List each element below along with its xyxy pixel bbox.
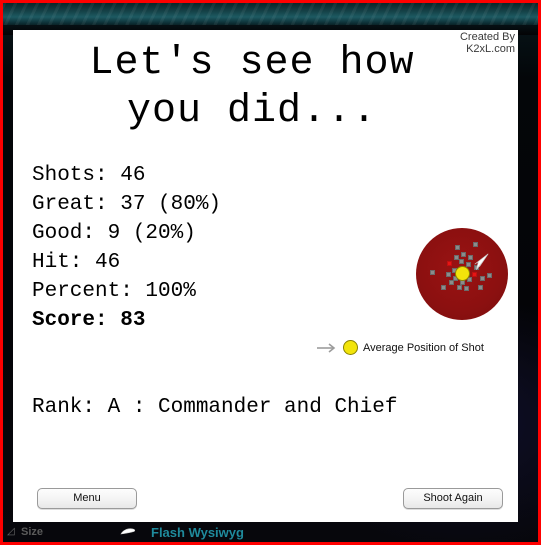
- arrow-right-icon: [317, 342, 336, 353]
- shot-marker: [457, 285, 462, 290]
- shot-marker: [430, 270, 435, 275]
- shot-marker: [464, 286, 469, 291]
- page-footer-strip: ◿ Size Flash Wysiwyg: [3, 522, 538, 542]
- shot-marker: [455, 245, 460, 250]
- legend-dot: [343, 340, 358, 355]
- shot-marker: [473, 242, 478, 247]
- stat-percent: Percent: 100%: [32, 280, 196, 303]
- stat-hit: Hit: 46: [32, 251, 121, 274]
- shot-marker: [459, 259, 464, 264]
- size-label[interactable]: Size: [21, 526, 43, 538]
- shot-marker: [478, 285, 483, 290]
- cursor-icon: [120, 528, 136, 535]
- rank-line: Rank: A : Commander and Chief: [32, 396, 398, 419]
- stats-list: Shots: 46 Great: 37 (80%) Good: 9 (20%) Hit…: [32, 161, 221, 335]
- legend: Average Position of Shot: [316, 340, 484, 355]
- shoot-again-button[interactable]: Shoot Again: [403, 488, 503, 509]
- shot-marker: [461, 252, 466, 257]
- page-title: Let's see how you did...: [13, 40, 491, 136]
- site-header-banner: [3, 3, 538, 27]
- pointer-arrow-icon: [474, 253, 489, 270]
- menu-button[interactable]: Menu: [37, 488, 137, 509]
- stat-good: Good: 9 (20%): [32, 222, 196, 245]
- shot-marker: [441, 285, 446, 290]
- legend-label: Average Position of Shot: [363, 341, 484, 354]
- browser-window: Created By K2xL.com Let's see how you di…: [0, 0, 541, 545]
- shot-marker: [480, 276, 485, 281]
- resize-icon[interactable]: ◿: [7, 527, 15, 537]
- title-line-2: you did...: [126, 89, 378, 134]
- shot-scatter-target: [416, 228, 508, 320]
- shot-marker: [446, 272, 451, 277]
- average-position-dot: [455, 266, 470, 281]
- shot-marker: [447, 261, 452, 266]
- stat-shots: Shots: 46: [32, 164, 146, 187]
- stat-great: Great: 37 (80%): [32, 193, 222, 216]
- title-line-1: Let's see how: [89, 41, 415, 86]
- flash-game-stage: Created By K2xL.com Let's see how you di…: [13, 30, 518, 522]
- flash-wysiwyg-link[interactable]: Flash Wysiwyg: [151, 525, 244, 540]
- stat-score: Score: 83: [32, 309, 146, 332]
- shot-marker: [449, 280, 454, 285]
